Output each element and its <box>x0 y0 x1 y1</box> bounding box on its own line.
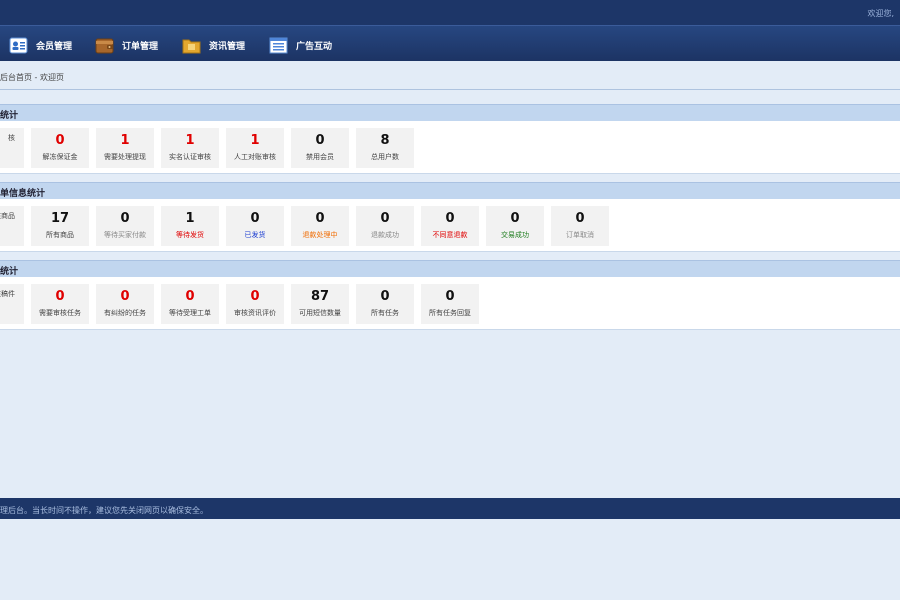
stat-tile[interactable]: 1 实名认证审核 <box>161 128 219 168</box>
wallet-icon <box>95 38 114 53</box>
nav-order-management[interactable]: 订单管理 <box>95 34 158 56</box>
stat-tile[interactable]: 0 所有任务回复 <box>421 284 479 324</box>
stat-tile[interactable]: 0 交易成功 <box>486 206 544 246</box>
nav-member-management[interactable]: 会员管理 <box>9 34 72 56</box>
section-header-user-stats: 统计 <box>0 104 900 121</box>
stat-tile[interactable]: 0 退款成功 <box>356 206 414 246</box>
nav-ad-interaction[interactable]: 广告互动 <box>269 34 332 56</box>
stat-tile[interactable]: 0 所有任务 <box>356 284 414 324</box>
stat-tile[interactable]: 87 可用短信数量 <box>291 284 349 324</box>
stat-tile[interactable]: 0 需要审核任务 <box>31 284 89 324</box>
welcome-text: 欢迎您, <box>867 9 894 18</box>
stat-tile[interactable]: 0 不同意退款 <box>421 206 479 246</box>
stat-tile[interactable]: 0 等待受理工单 <box>161 284 219 324</box>
stat-tile[interactable]: 核 <box>0 128 24 168</box>
list-window-icon <box>269 37 288 53</box>
breadcrumb[interactable]: 后台首页 - 欢迎页 <box>0 72 64 83</box>
footer-bar: 理后台。当长时间不操作，建议您先关闭网页以确保安全。 <box>0 498 900 519</box>
top-bar: 欢迎您, <box>0 0 900 25</box>
nav-news-management[interactable]: 资讯管理 <box>182 34 245 56</box>
member-card-icon <box>9 37 28 53</box>
section-body-order-stats: 核商品 17 所有商品 0 等待买家付款 1 等待发货 0 已发货 0 退款处理… <box>0 199 900 252</box>
stat-tile[interactable]: 0 等待买家付款 <box>96 206 154 246</box>
footer-notice: 理后台。当长时间不操作，建议您先关闭网页以确保安全。 <box>0 506 208 515</box>
main-nav: 会员管理 订单管理 资讯管理 广告互动 <box>0 25 900 62</box>
stat-tile[interactable]: 0 订单取消 <box>551 206 609 246</box>
stat-tile[interactable]: 0 已发货 <box>226 206 284 246</box>
stat-tile[interactable]: 1 人工对账审核 <box>226 128 284 168</box>
stat-tile[interactable]: 1 需要处理提现 <box>96 128 154 168</box>
stat-tile[interactable]: 0 退款处理中 <box>291 206 349 246</box>
stat-tile[interactable]: 0 禁用会员 <box>291 128 349 168</box>
folder-icon <box>182 39 201 53</box>
stat-tile[interactable]: 0 解冻保证金 <box>31 128 89 168</box>
section-header-order-stats: 单信息统计 <box>0 182 900 199</box>
section-header-task-stats: 统计 <box>0 260 900 277</box>
stat-tile[interactable]: 核商品 <box>0 206 24 246</box>
breadcrumb-bar: 后台首页 - 欢迎页 <box>0 61 900 90</box>
stat-tile[interactable]: 核稿件 <box>0 284 24 324</box>
stat-tile[interactable]: 0 审核资讯评价 <box>226 284 284 324</box>
stat-tile[interactable]: 8 总用户数 <box>356 128 414 168</box>
section-body-task-stats: 核稿件 0 需要审核任务 0 有纠纷的任务 0 等待受理工单 0 审核资讯评价 … <box>0 277 900 330</box>
section-body-user-stats: 核 0 解冻保证金 1 需要处理提现 1 实名认证审核 1 人工对账审核 0 禁… <box>0 121 900 174</box>
stat-tile[interactable]: 0 有纠纷的任务 <box>96 284 154 324</box>
stat-tile[interactable]: 17 所有商品 <box>31 206 89 246</box>
stat-tile[interactable]: 1 等待发货 <box>161 206 219 246</box>
